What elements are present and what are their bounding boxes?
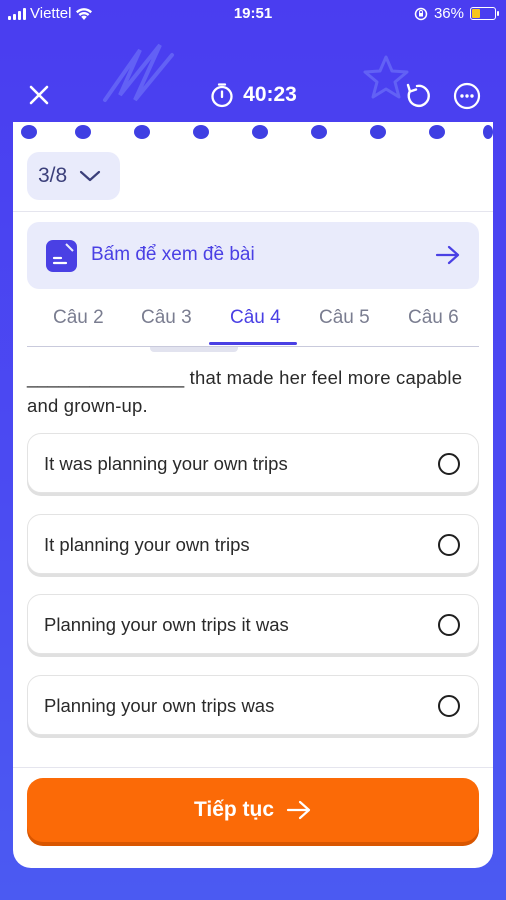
ring-decoration bbox=[311, 125, 327, 139]
tabs-divider bbox=[27, 346, 479, 347]
battery-icon bbox=[470, 7, 499, 20]
ring-decoration bbox=[193, 125, 209, 139]
answer-option[interactable]: Planning your own trips was bbox=[27, 675, 479, 735]
ring-decoration bbox=[134, 125, 150, 139]
chevron-down-icon bbox=[80, 170, 101, 182]
notebook-rings bbox=[13, 122, 493, 140]
question-tabs: Câu 2 Câu 3 Câu 4 Câu 5 Câu 6 bbox=[27, 294, 479, 352]
answer-option-label: It was planning your own trips bbox=[44, 453, 288, 474]
radio-button[interactable] bbox=[438, 614, 460, 636]
battery-fill bbox=[472, 9, 480, 18]
ring-decoration bbox=[370, 125, 386, 139]
continue-button-label: Tiếp tục bbox=[193, 798, 275, 821]
tab-cau-2[interactable]: Câu 2 bbox=[53, 307, 104, 329]
stopwatch-icon bbox=[211, 83, 233, 108]
ring-decoration bbox=[429, 125, 445, 139]
tab-cau-5[interactable]: Câu 5 bbox=[319, 307, 370, 329]
tab-cau-6[interactable]: Câu 6 bbox=[408, 307, 459, 329]
quiz-header: 40:23 bbox=[0, 70, 506, 120]
reset-icon[interactable] bbox=[402, 81, 432, 111]
ring-decoration bbox=[483, 125, 493, 139]
ring-decoration bbox=[252, 125, 268, 139]
divider bbox=[13, 767, 493, 768]
active-tab-indicator bbox=[209, 342, 297, 345]
document-icon bbox=[46, 240, 77, 272]
continue-button[interactable]: Tiếp tục bbox=[27, 778, 479, 842]
scroll-handle[interactable] bbox=[150, 347, 238, 352]
timer-value: 40:23 bbox=[243, 83, 297, 106]
status-right: 36% bbox=[414, 5, 499, 22]
tab-cau-3[interactable]: Câu 3 bbox=[141, 307, 192, 329]
status-bar: Viettel 19:51 36% bbox=[0, 0, 506, 28]
answer-option[interactable]: Planning your own trips it was bbox=[27, 594, 479, 654]
radio-button[interactable] bbox=[438, 695, 460, 717]
radio-button[interactable] bbox=[438, 453, 460, 475]
tab-cau-4[interactable]: Câu 4 bbox=[230, 307, 281, 329]
view-prompt-button[interactable]: Bấm để xem đề bài bbox=[27, 222, 479, 289]
divider bbox=[13, 211, 493, 212]
answer-option-label: It planning your own trips bbox=[44, 534, 250, 555]
answer-option[interactable]: It planning your own trips bbox=[27, 514, 479, 574]
answer-option[interactable]: It was planning your own trips bbox=[27, 433, 479, 493]
orientation-lock-icon bbox=[414, 7, 428, 20]
more-icon[interactable] bbox=[452, 81, 482, 111]
question-card: 3/8 Bấm để xem đề bài Câu 2 Câu 3 Câu 4 … bbox=[13, 122, 493, 868]
view-prompt-label: Bấm để xem đề bài bbox=[91, 244, 255, 265]
question-text: _______________ that made her feel more … bbox=[27, 367, 463, 416]
question-selector[interactable]: 3/8 bbox=[27, 152, 120, 200]
answer-option-label: Planning your own trips was bbox=[44, 695, 275, 716]
ring-decoration bbox=[75, 125, 91, 139]
radio-button[interactable] bbox=[438, 534, 460, 556]
answer-option-label: Planning your own trips it was bbox=[44, 614, 289, 635]
arrow-right-icon bbox=[435, 245, 460, 265]
arrow-right-icon bbox=[286, 800, 311, 820]
ring-decoration bbox=[21, 125, 37, 139]
question-selector-value: 3/8 bbox=[38, 164, 68, 187]
battery-percent: 36% bbox=[433, 5, 464, 22]
